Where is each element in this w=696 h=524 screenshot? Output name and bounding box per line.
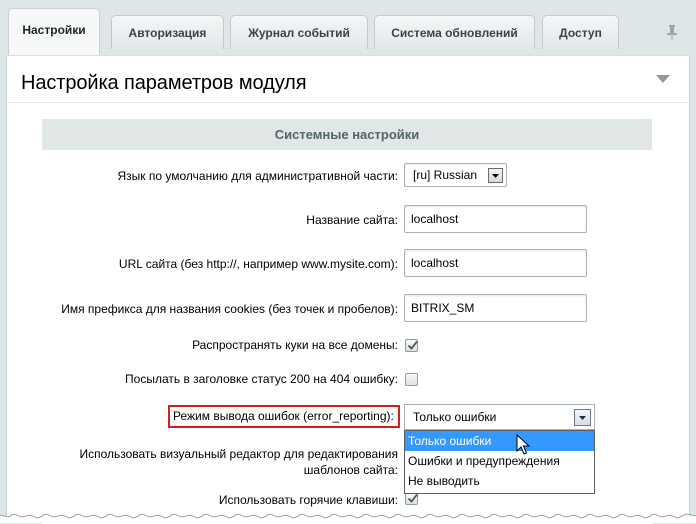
site-url-input[interactable]: localhost — [404, 249, 587, 277]
tab-label: Авторизация — [128, 25, 207, 40]
checkmark-icon — [407, 340, 418, 350]
checkmark-icon — [407, 493, 418, 503]
language-select-value: [ru] Russian — [413, 168, 478, 182]
section-header: Системные настройки — [42, 119, 652, 150]
tab-label: Журнал событий — [248, 25, 350, 40]
status-200-label: Посылать в заголовке статус 200 на 404 о… — [125, 372, 398, 386]
tab-settings[interactable]: Настройки — [8, 8, 100, 56]
settings-panel: Настройка параметров модуля Системные на… — [6, 55, 690, 524]
error-reporting-dropdown: Только ошибки Ошибки и предупреждения Не… — [404, 430, 595, 494]
tab-event-log[interactable]: Журнал событий — [230, 15, 368, 49]
divider — [7, 102, 689, 103]
pin-icon[interactable] — [666, 24, 678, 40]
tab-authorization[interactable]: Авторизация — [111, 15, 224, 49]
dropdown-option[interactable]: Только ошибки — [405, 431, 594, 451]
site-name-input[interactable]: localhost — [404, 205, 587, 233]
cookies-all-domains-label: Распространять куки на все домены: — [192, 338, 398, 352]
dropdown-option[interactable]: Ошибки и предупреждения — [405, 451, 594, 471]
error-reporting-select[interactable]: Только ошибки — [404, 404, 595, 430]
tab-update-system[interactable]: Система обновлений — [374, 15, 535, 49]
chevron-down-icon[interactable] — [488, 168, 503, 183]
mouse-cursor-icon — [516, 434, 530, 455]
hotkeys-label: Использовать горячие клавиши: — [218, 493, 398, 507]
error-reporting-label: Режим вывода ошибок (error_reporting): — [168, 405, 400, 428]
language-label: Язык по умолчанию для административной ч… — [117, 169, 398, 183]
tab-label: Настройки — [22, 23, 86, 37]
tab-access[interactable]: Доступ — [542, 15, 619, 49]
site-url-label: URL сайта (без http://, например www.mys… — [118, 257, 398, 271]
visual-editor-label: Использовать визуальный редактор для ред… — [79, 447, 398, 477]
page-title: Настройка параметров модуля — [21, 72, 307, 94]
dropdown-option[interactable]: Не выводить — [405, 471, 594, 491]
status-200-checkbox[interactable] — [405, 373, 418, 386]
tab-bar: Настройки Авторизация Журнал событий Сис… — [0, 0, 696, 56]
tab-label: Система обновлений — [391, 25, 518, 40]
site-name-label: Название сайта: — [306, 213, 398, 227]
cookie-prefix-input[interactable]: BITRIX_SM — [404, 294, 587, 322]
language-select[interactable]: [ru] Russian — [404, 163, 507, 187]
chevron-down-icon[interactable] — [574, 409, 591, 426]
cookie-prefix-label: Имя префикса для названия cookies (без т… — [61, 302, 398, 316]
torn-edge — [0, 513, 696, 523]
error-reporting-value: Только ошибки — [413, 410, 497, 424]
collapse-arrow-icon[interactable] — [656, 75, 670, 84]
tab-label: Доступ — [559, 25, 602, 40]
cookies-all-domains-checkbox[interactable] — [405, 339, 418, 352]
